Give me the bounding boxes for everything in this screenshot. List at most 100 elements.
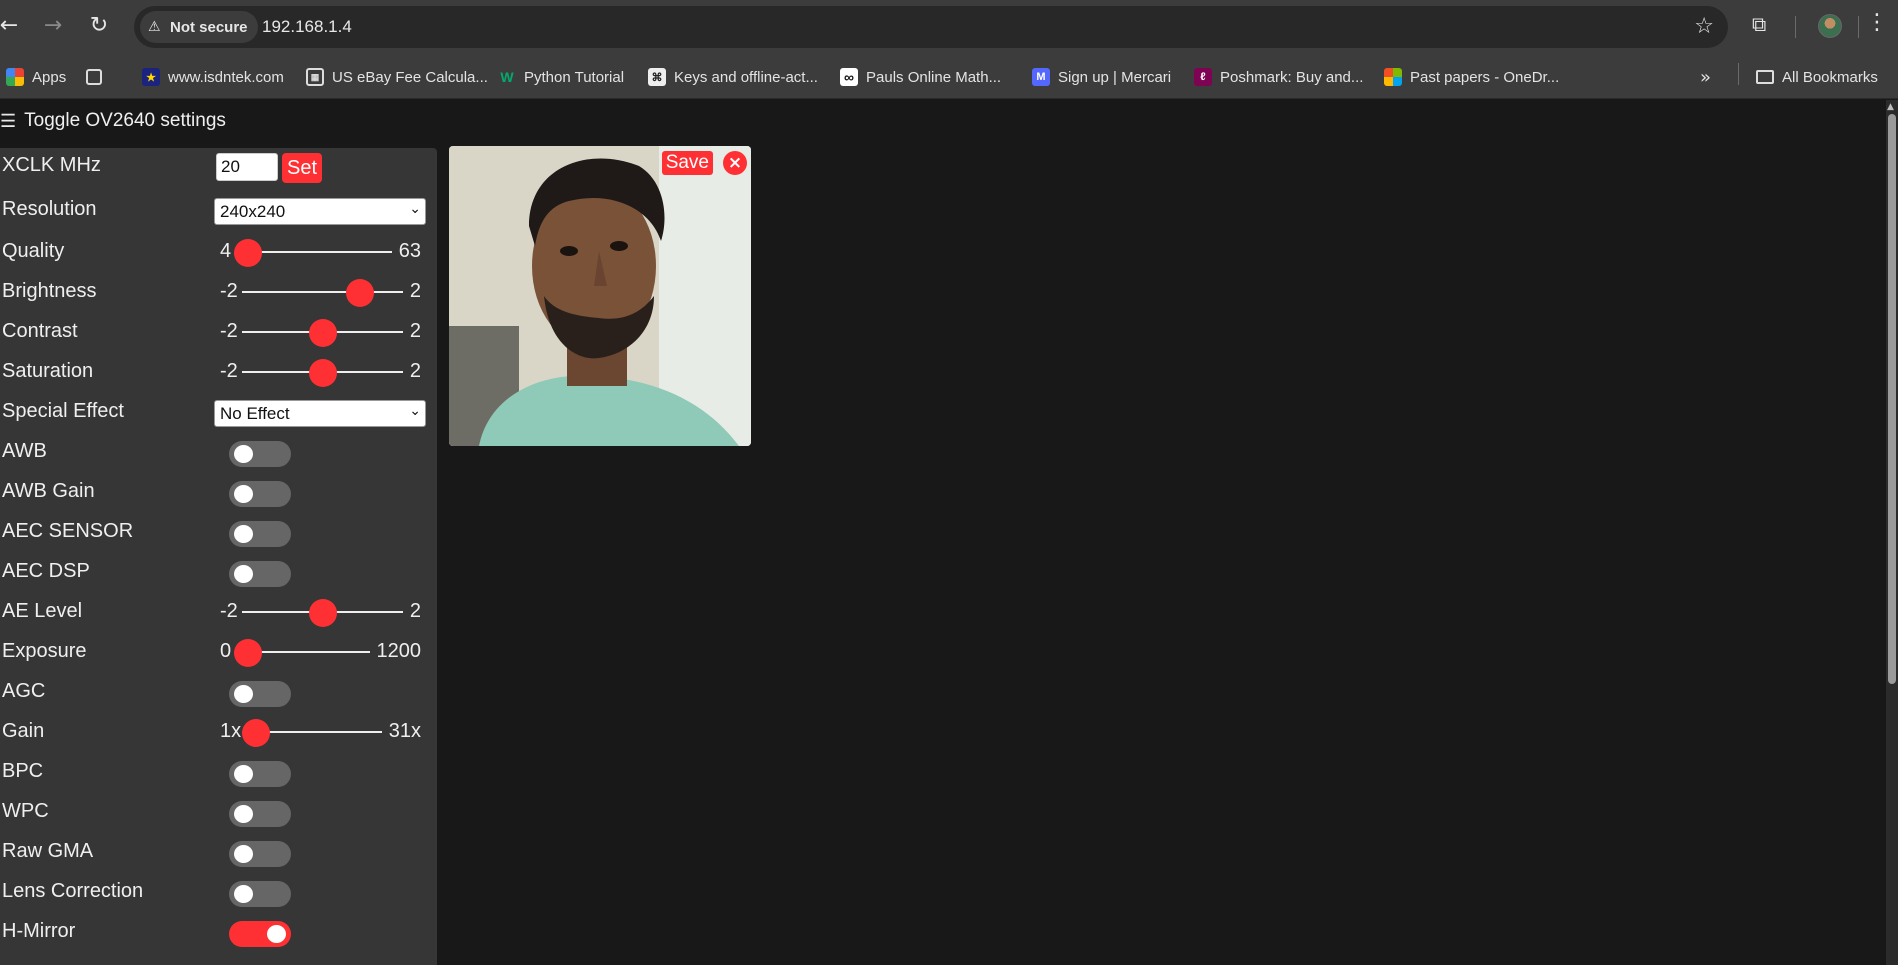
- overflow-chevron-icon[interactable]: »: [1700, 55, 1711, 99]
- security-chip[interactable]: ⚠ Not secure: [140, 11, 258, 43]
- xclk-input[interactable]: [216, 153, 278, 181]
- bookmark-pauls-math[interactable]: ∞ Pauls Online Math...: [840, 55, 1001, 99]
- infinity-icon: ∞: [840, 68, 858, 86]
- poshmark-icon: ℓ: [1194, 68, 1212, 86]
- save-button[interactable]: Save: [661, 151, 713, 175]
- kebab-menu-icon[interactable]: ⋮: [1866, 10, 1888, 35]
- contrast-max: 2: [409, 320, 421, 342]
- mercari-icon: M: [1032, 68, 1050, 86]
- raw-gma-toggle[interactable]: [229, 841, 291, 867]
- special-effect-label: Special Effect: [2, 400, 124, 422]
- resolution-select[interactable]: 240x240 ⌄: [214, 198, 426, 225]
- xclk-label: XCLK MHz: [2, 154, 101, 176]
- bpc-row: BPC: [0, 752, 437, 792]
- saturation-label: Saturation: [2, 360, 94, 382]
- saturation-min: -2: [220, 360, 238, 382]
- microsoft-icon: [1384, 68, 1402, 86]
- awb-gain-label: AWB Gain: [2, 480, 95, 502]
- scroll-thumb[interactable]: [1888, 114, 1896, 684]
- special-effect-select[interactable]: No Effect ⌄: [214, 400, 426, 427]
- resolution-row: Resolution 240x240 ⌄: [0, 190, 437, 230]
- scroll-up-arrow-icon[interactable]: ▲: [1887, 102, 1894, 112]
- awb-row: AWB: [0, 432, 437, 472]
- brightness-slider[interactable]: [242, 291, 403, 293]
- tab-groups-icon[interactable]: [86, 55, 102, 99]
- forward-arrow-icon[interactable]: →: [40, 13, 66, 39]
- h-mirror-toggle[interactable]: [229, 921, 291, 947]
- bookmark-past-papers[interactable]: Past papers - OneDr...: [1384, 55, 1559, 99]
- page-scrollbar[interactable]: ▲: [1886, 100, 1898, 965]
- address-bar[interactable]: ⚠ Not secure 192.168.1.4 ☆: [134, 6, 1728, 48]
- wpc-toggle[interactable]: [229, 801, 291, 827]
- toggle-knob: [267, 925, 286, 943]
- saturation-row: Saturation -2 2: [0, 352, 437, 392]
- browser-toolbar: ← → ↻ ⚠ Not secure 192.168.1.4 ☆ ⧉ ⋮: [0, 0, 1898, 55]
- ae-level-slider-thumb[interactable]: [308, 599, 337, 627]
- saturation-slider-thumb[interactable]: [308, 359, 337, 387]
- awb-gain-toggle[interactable]: [229, 481, 291, 507]
- extensions-puzzle-icon[interactable]: ⧉: [1752, 12, 1766, 36]
- contrast-min: -2: [220, 320, 238, 342]
- bookmark-keys[interactable]: ⌘ Keys and offline-act...: [648, 55, 818, 99]
- toggle-settings-label: Toggle OV2640 settings: [24, 110, 226, 131]
- lens-correction-toggle[interactable]: [229, 881, 291, 907]
- lens-correction-label: Lens Correction: [2, 880, 144, 902]
- agc-row: AGC: [0, 672, 437, 712]
- hamburger-icon: ☰: [0, 110, 17, 131]
- bookmark-ebay-fee[interactable]: ▦ US eBay Fee Calcula...: [306, 55, 488, 99]
- w3-icon: W: [500, 69, 514, 85]
- quality-max: 63: [398, 240, 421, 262]
- toggle-knob: [234, 485, 253, 503]
- xclk-set-button[interactable]: Set: [282, 153, 322, 183]
- page-content: ☰ Toggle OV2640 settings XCLK MHz Set Re…: [0, 100, 1886, 965]
- bookmark-star-icon[interactable]: ☆: [1694, 14, 1714, 39]
- bookmark-poshmark[interactable]: ℓ Poshmark: Buy and...: [1194, 55, 1363, 99]
- toggle-settings-header[interactable]: ☰ Toggle OV2640 settings: [0, 110, 226, 132]
- toggle-knob: [234, 885, 253, 903]
- saturation-max: 2: [409, 360, 421, 382]
- exposure-label: Exposure: [2, 640, 87, 662]
- bookmarks-bar: Apps ★ www.isdntek.com ▦ US eBay Fee Cal…: [0, 55, 1898, 140]
- back-arrow-icon[interactable]: ←: [0, 13, 22, 39]
- exposure-row: Exposure 0 1200: [0, 632, 437, 672]
- aec-dsp-label: AEC DSP: [2, 560, 90, 582]
- aec-sensor-row: AEC SENSOR: [0, 512, 437, 552]
- brightness-slider-thumb[interactable]: [345, 279, 374, 307]
- chevron-down-icon: ⌄: [409, 201, 421, 217]
- xclk-row: XCLK MHz Set: [0, 148, 437, 188]
- awb-label: AWB: [2, 440, 47, 462]
- bpc-toggle[interactable]: [229, 761, 291, 787]
- awb-toggle[interactable]: [229, 441, 291, 467]
- toggle-knob: [234, 765, 253, 783]
- agc-label: AGC: [2, 680, 46, 702]
- ae-level-row: AE Level -2 2: [0, 592, 437, 632]
- contrast-slider-thumb[interactable]: [308, 319, 337, 347]
- bookmark-apps[interactable]: Apps: [6, 55, 66, 99]
- ae-level-min: -2: [220, 600, 238, 622]
- gain-label: Gain: [2, 720, 45, 742]
- apps-grid-icon: [6, 68, 24, 86]
- brightness-row: Brightness -2 2: [0, 272, 437, 312]
- aec-dsp-toggle[interactable]: [229, 561, 291, 587]
- toggle-knob: [234, 445, 253, 463]
- bookmark-python-tutorial[interactable]: W Python Tutorial: [498, 55, 624, 99]
- gain-min: 1x: [220, 720, 242, 742]
- quality-slider-thumb[interactable]: [234, 239, 262, 267]
- gain-slider-thumb[interactable]: [242, 719, 270, 747]
- bookmark-isdntek[interactable]: ★ www.isdntek.com: [142, 55, 284, 99]
- lens-correction-row: Lens Correction: [0, 872, 437, 912]
- aec-sensor-toggle[interactable]: [229, 521, 291, 547]
- toggle-knob: [234, 685, 253, 703]
- raw-gma-label: Raw GMA: [2, 840, 94, 862]
- profile-avatar[interactable]: [1818, 14, 1842, 38]
- bookmark-mercari[interactable]: M Sign up | Mercari: [1032, 55, 1171, 99]
- reload-icon[interactable]: ↻: [86, 13, 112, 39]
- agc-toggle[interactable]: [229, 681, 291, 707]
- special-effect-row: Special Effect No Effect ⌄: [0, 392, 437, 432]
- toggle-knob: [234, 805, 253, 823]
- exposure-slider-thumb[interactable]: [234, 639, 262, 667]
- quality-slider[interactable]: [242, 251, 392, 253]
- close-stream-icon[interactable]: ×: [723, 151, 747, 175]
- all-bookmarks[interactable]: All Bookmarks: [1756, 55, 1878, 99]
- url-text[interactable]: 192.168.1.4: [262, 17, 352, 37]
